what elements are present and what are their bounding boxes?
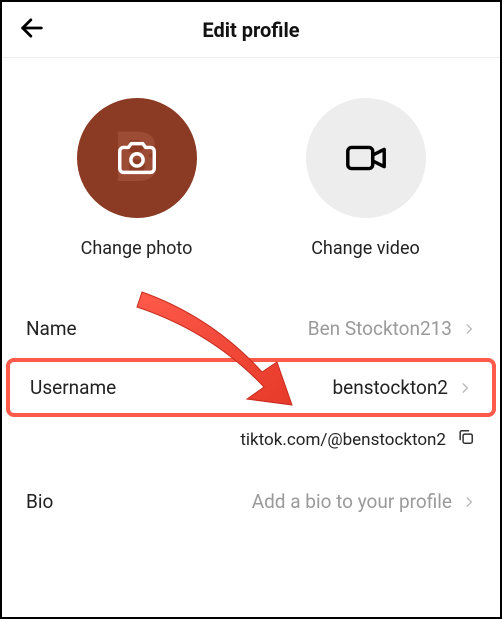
change-photo-button[interactable]: B Change photo — [22, 98, 251, 259]
name-value: Ben Stockton213 — [308, 317, 452, 340]
change-video-button[interactable]: Change video — [251, 98, 480, 259]
chevron-right-icon — [462, 322, 476, 336]
header: Edit profile — [2, 2, 500, 58]
avatar-photo-circle: B — [77, 98, 197, 218]
name-row[interactable]: Name Ben Stockton213 — [2, 299, 500, 358]
bio-row[interactable]: Bio Add a bio to your profile — [2, 472, 500, 531]
media-row: B Change photo Change video — [2, 58, 500, 269]
edit-profile-screen: Edit profile B Change photo Change video — [0, 0, 502, 619]
name-label: Name — [26, 317, 77, 340]
video-icon — [343, 135, 389, 181]
change-photo-label: Change photo — [81, 238, 193, 259]
camera-icon — [114, 135, 160, 181]
bio-label: Bio — [26, 490, 53, 513]
avatar-video-circle — [306, 98, 426, 218]
username-value: benstockton2 — [332, 376, 448, 399]
bio-placeholder: Add a bio to your profile — [252, 490, 452, 513]
copy-url-button[interactable] — [456, 427, 476, 452]
username-label: Username — [30, 376, 116, 399]
page-title: Edit profile — [2, 18, 500, 42]
arrow-left-icon — [18, 14, 46, 42]
profile-url-row: tiktok.com/@benstockton2 — [2, 417, 500, 472]
profile-url: tiktok.com/@benstockton2 — [240, 430, 446, 450]
username-row[interactable]: Username benstockton2 — [6, 358, 496, 417]
username-value-wrap: benstockton2 — [332, 376, 472, 399]
copy-icon — [456, 427, 476, 447]
profile-fields-list: Name Ben Stockton213 Username benstockto… — [2, 299, 500, 531]
name-value-wrap: Ben Stockton213 — [308, 317, 476, 340]
bio-value-wrap: Add a bio to your profile — [252, 490, 476, 513]
chevron-right-icon — [458, 381, 472, 395]
change-video-label: Change video — [311, 238, 420, 259]
back-button[interactable] — [18, 14, 46, 46]
chevron-right-icon — [462, 495, 476, 509]
